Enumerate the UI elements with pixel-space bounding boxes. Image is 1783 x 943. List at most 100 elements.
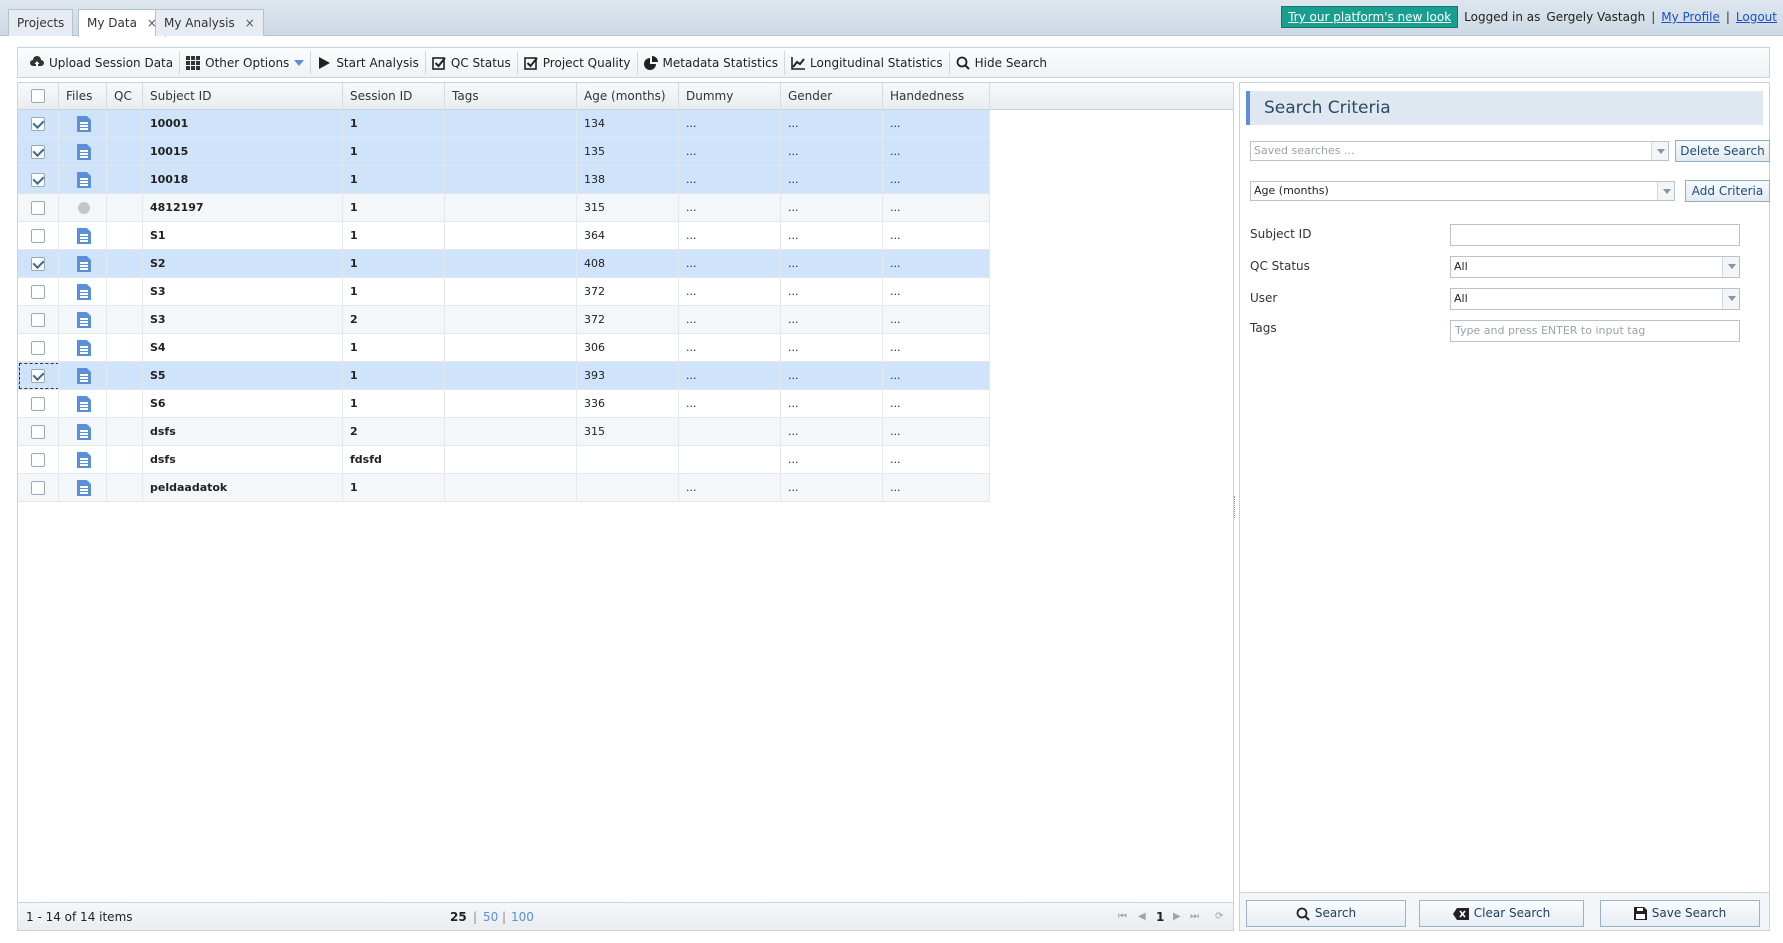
prev-page-icon[interactable]: ◀ (1138, 903, 1146, 931)
row-checkbox[interactable] (31, 425, 45, 439)
clear-search-button[interactable]: Clear Search (1419, 900, 1584, 927)
file-icon[interactable] (77, 340, 91, 356)
select-all-checkbox[interactable] (31, 89, 45, 103)
current-page[interactable]: 1 (1156, 903, 1164, 931)
chevron-down-icon[interactable] (1657, 182, 1674, 200)
table-row[interactable]: S5 1 393......... (18, 362, 990, 390)
tab-my-analysis[interactable]: My Analysis × (155, 9, 264, 36)
gender-cell: ... (781, 138, 883, 166)
table-row[interactable]: 4812197 1 315......... (18, 194, 990, 222)
file-icon[interactable] (77, 144, 91, 160)
search-button[interactable]: Search (1246, 900, 1406, 927)
file-icon[interactable] (77, 172, 91, 188)
my-profile-link[interactable]: My Profile (1661, 10, 1720, 24)
tab-projects[interactable]: Projects (8, 9, 74, 36)
delete-search-button[interactable]: Delete Search (1675, 140, 1770, 162)
row-checkbox[interactable] (31, 285, 45, 299)
metadata-statistics-label: Metadata Statistics (662, 55, 779, 70)
column-header-tags[interactable]: Tags (445, 83, 577, 110)
file-icon[interactable] (77, 256, 91, 272)
page-size-25[interactable]: 25 (450, 903, 467, 931)
criteria-select[interactable]: Age (months) (1250, 181, 1675, 201)
table-row[interactable]: S3 1 372......... (18, 278, 990, 306)
chevron-down-icon[interactable] (1651, 142, 1668, 160)
table-row[interactable]: S2 1 408......... (18, 250, 990, 278)
tags-input[interactable]: Type and press ENTER to input tag (1450, 320, 1740, 342)
file-icon[interactable] (77, 116, 91, 132)
chevron-down-icon[interactable] (1722, 257, 1739, 277)
file-icon[interactable] (77, 396, 91, 412)
top-bar: Projects My Data × My Analysis × Try our p… (0, 0, 1783, 37)
file-icon[interactable] (77, 424, 91, 440)
logout-link[interactable]: Logout (1736, 10, 1777, 24)
row-checkbox[interactable] (31, 397, 45, 411)
row-checkbox[interactable] (31, 229, 45, 243)
table-row[interactable]: peldaadatok 1......... (18, 474, 990, 502)
column-header-files[interactable]: Files (59, 83, 107, 110)
other-options-button[interactable]: Other Options (180, 50, 312, 75)
table-row[interactable]: S1 1 364......... (18, 222, 990, 250)
table-row[interactable]: dsfs fdsfd...... (18, 446, 990, 474)
table-row[interactable]: dsfs 2 315...... (18, 418, 990, 446)
gender-cell: ... (781, 446, 883, 474)
metadata-statistics-button[interactable]: Metadata Statistics (638, 50, 786, 75)
saved-searches-select[interactable]: Saved searches ... (1250, 141, 1669, 161)
file-icon[interactable] (77, 312, 91, 328)
row-checkbox[interactable] (31, 145, 45, 159)
table-row[interactable]: 10001 1 134......... (18, 110, 990, 138)
user-select[interactable]: All (1450, 288, 1740, 310)
search-icon (1296, 907, 1310, 921)
file-icon[interactable] (77, 368, 91, 384)
row-checkbox[interactable] (31, 257, 45, 271)
add-criteria-button[interactable]: Add Criteria (1685, 180, 1770, 202)
row-checkbox[interactable] (31, 201, 45, 215)
file-icon[interactable] (77, 228, 91, 244)
upload-session-data-button[interactable]: Upload Session Data (24, 50, 181, 75)
last-page-icon[interactable]: ⏭ (1190, 903, 1199, 931)
column-header-subject-id[interactable]: Subject ID (143, 83, 343, 110)
page-size-50[interactable]: 50 (483, 903, 498, 931)
file-icon[interactable] (77, 452, 91, 468)
next-page-icon[interactable]: ▶ (1173, 903, 1181, 931)
table-row[interactable]: S6 1 336......... (18, 390, 990, 418)
column-header-session-id[interactable]: Session ID (343, 83, 445, 110)
panel-splitter[interactable] (1234, 496, 1236, 518)
project-quality-button[interactable]: Project Quality (518, 50, 638, 75)
column-header-qc[interactable]: QC (107, 83, 143, 110)
row-checkbox[interactable] (31, 117, 45, 131)
row-checkbox[interactable] (31, 481, 45, 495)
column-header-gender[interactable]: Gender (781, 83, 883, 110)
qc-status-select[interactable]: All (1450, 256, 1740, 278)
first-page-icon[interactable]: ⏮ (1118, 903, 1127, 931)
tags-cell (445, 446, 577, 474)
table-row[interactable]: S4 1 306......... (18, 334, 990, 362)
start-analysis-button[interactable]: Start Analysis (311, 50, 426, 75)
longitudinal-statistics-button[interactable]: Longitudinal Statistics (785, 50, 950, 75)
row-checkbox[interactable] (31, 173, 45, 187)
no-file-dot-icon[interactable] (78, 202, 90, 214)
close-icon[interactable]: × (245, 16, 255, 30)
table-row[interactable]: 10015 1 135......... (18, 138, 990, 166)
table-row[interactable]: 10018 1 138......... (18, 166, 990, 194)
file-icon[interactable] (77, 480, 91, 496)
column-header-handedness[interactable]: Handedness (883, 83, 990, 110)
new-look-button[interactable]: Try our platform's new look (1281, 6, 1459, 28)
qc-status-button[interactable]: QC Status (426, 50, 518, 75)
checkbox-icon (432, 56, 446, 70)
tab-my-data[interactable]: My Data × (78, 9, 166, 37)
column-header-age[interactable]: Age (months) (577, 83, 679, 110)
hide-search-button[interactable]: Hide Search (950, 51, 1053, 75)
row-checkbox[interactable] (31, 341, 45, 355)
file-icon[interactable] (77, 284, 91, 300)
row-checkbox[interactable] (31, 313, 45, 327)
subject-id-input[interactable] (1450, 224, 1740, 246)
refresh-icon[interactable]: ⟳ (1215, 903, 1223, 931)
table-row[interactable]: S3 2 372......... (18, 306, 990, 334)
page-size-100[interactable]: 100 (511, 903, 534, 931)
tags-cell (445, 390, 577, 418)
search-panel-title: Search Criteria (1246, 91, 1763, 125)
column-header-dummy[interactable]: Dummy (679, 83, 781, 110)
row-checkbox[interactable] (31, 453, 45, 467)
chevron-down-icon[interactable] (1722, 289, 1739, 309)
save-search-button[interactable]: Save Search (1600, 900, 1760, 927)
